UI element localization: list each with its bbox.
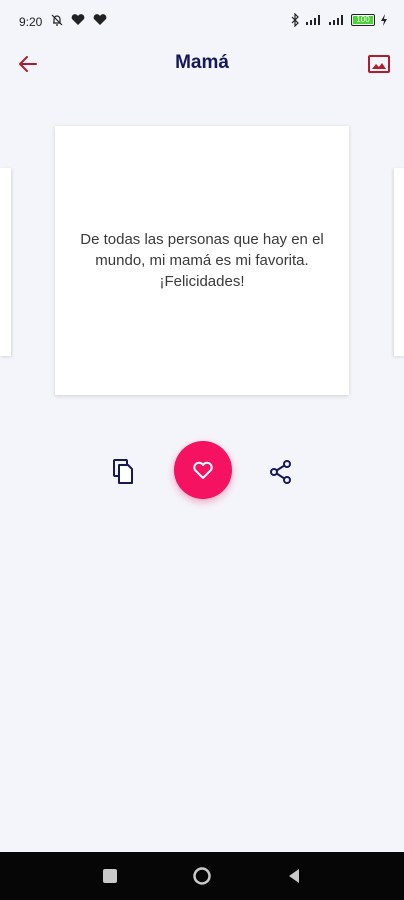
image-icon <box>368 55 390 73</box>
heart-icon <box>71 14 85 25</box>
app-bar: Mamá <box>0 42 404 86</box>
share-button[interactable] <box>268 459 294 485</box>
back-icon[interactable] <box>286 867 302 885</box>
quote-card: De todas las personas que hay en el mund… <box>55 126 349 395</box>
system-nav-bar <box>0 852 404 900</box>
copy-button[interactable] <box>110 457 138 487</box>
signal-icon <box>329 15 343 25</box>
heart-icon <box>93 14 107 25</box>
charging-icon <box>381 14 387 26</box>
recents-icon[interactable] <box>103 869 117 883</box>
status-bar: 9:20 100 <box>0 0 404 42</box>
battery-icon: 100 <box>351 14 375 26</box>
next-card-peek[interactable] <box>394 168 404 356</box>
copy-icon <box>113 459 133 484</box>
image-button[interactable] <box>366 51 392 77</box>
bluetooth-icon <box>291 13 299 27</box>
share-icon <box>270 460 291 484</box>
status-left-icons <box>50 13 108 27</box>
previous-card-peek[interactable] <box>0 168 11 356</box>
card-actions <box>0 441 404 501</box>
favorite-button[interactable] <box>174 441 232 499</box>
page-title: Mamá <box>175 52 229 73</box>
heart-icon <box>193 461 213 479</box>
home-icon[interactable] <box>192 866 212 886</box>
quote-text: De todas las personas que hay en el mund… <box>80 231 324 290</box>
battery-level: 100 <box>356 15 370 24</box>
notifications-off-icon <box>51 14 63 26</box>
status-time: 9:20 <box>19 15 43 29</box>
signal-icon <box>306 15 320 25</box>
status-right-icons: 100 <box>290 13 388 27</box>
